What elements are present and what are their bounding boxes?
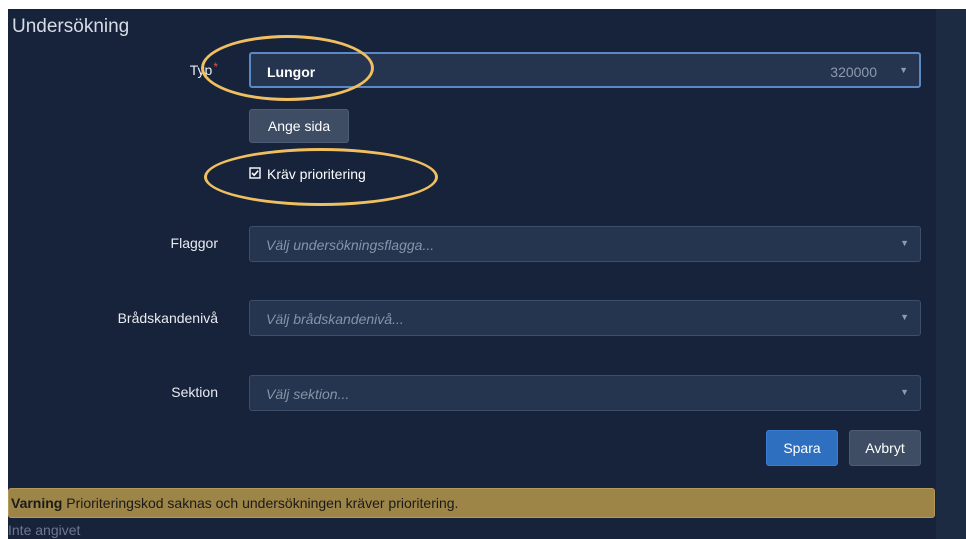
section-title: Undersökning bbox=[12, 16, 130, 37]
highlight-ring-type bbox=[201, 35, 374, 101]
warning-banner: Varning Prioriteringskod saknas och unde… bbox=[8, 488, 935, 518]
save-button[interactable]: Spara bbox=[766, 430, 838, 466]
flags-label: Flaggor bbox=[170, 235, 218, 251]
side-strip bbox=[936, 9, 966, 539]
urgency-select[interactable]: Välj brådskandenivå... ▼ bbox=[249, 300, 921, 336]
chevron-down-icon: ▼ bbox=[900, 387, 909, 397]
urgency-label: Brådskandenivå bbox=[117, 310, 218, 326]
urgency-placeholder: Välj brådskandenivå... bbox=[266, 311, 404, 327]
section-label: Sektion bbox=[171, 384, 218, 400]
section-select[interactable]: Välj sektion... ▼ bbox=[249, 375, 921, 411]
flags-placeholder: Välj undersökningsflagga... bbox=[266, 237, 435, 253]
footer-status-text: Inte angivet bbox=[8, 522, 81, 538]
set-side-button[interactable]: Ange sida bbox=[249, 109, 349, 143]
cancel-button[interactable]: Avbryt bbox=[849, 430, 921, 466]
warning-title: Varning bbox=[11, 495, 63, 511]
flags-select[interactable]: Välj undersökningsflagga... ▼ bbox=[249, 226, 921, 262]
section-placeholder: Välj sektion... bbox=[266, 386, 350, 402]
chevron-down-icon: ▼ bbox=[900, 312, 909, 322]
type-select-code: 320000 bbox=[830, 64, 877, 80]
type-label-row: Typ* bbox=[18, 60, 218, 78]
warning-message: Prioriteringskod saknas och undersökning… bbox=[66, 495, 459, 511]
chevron-down-icon: ▼ bbox=[899, 65, 908, 75]
chevron-down-icon: ▼ bbox=[900, 238, 909, 248]
highlight-ring-priority bbox=[204, 148, 438, 206]
